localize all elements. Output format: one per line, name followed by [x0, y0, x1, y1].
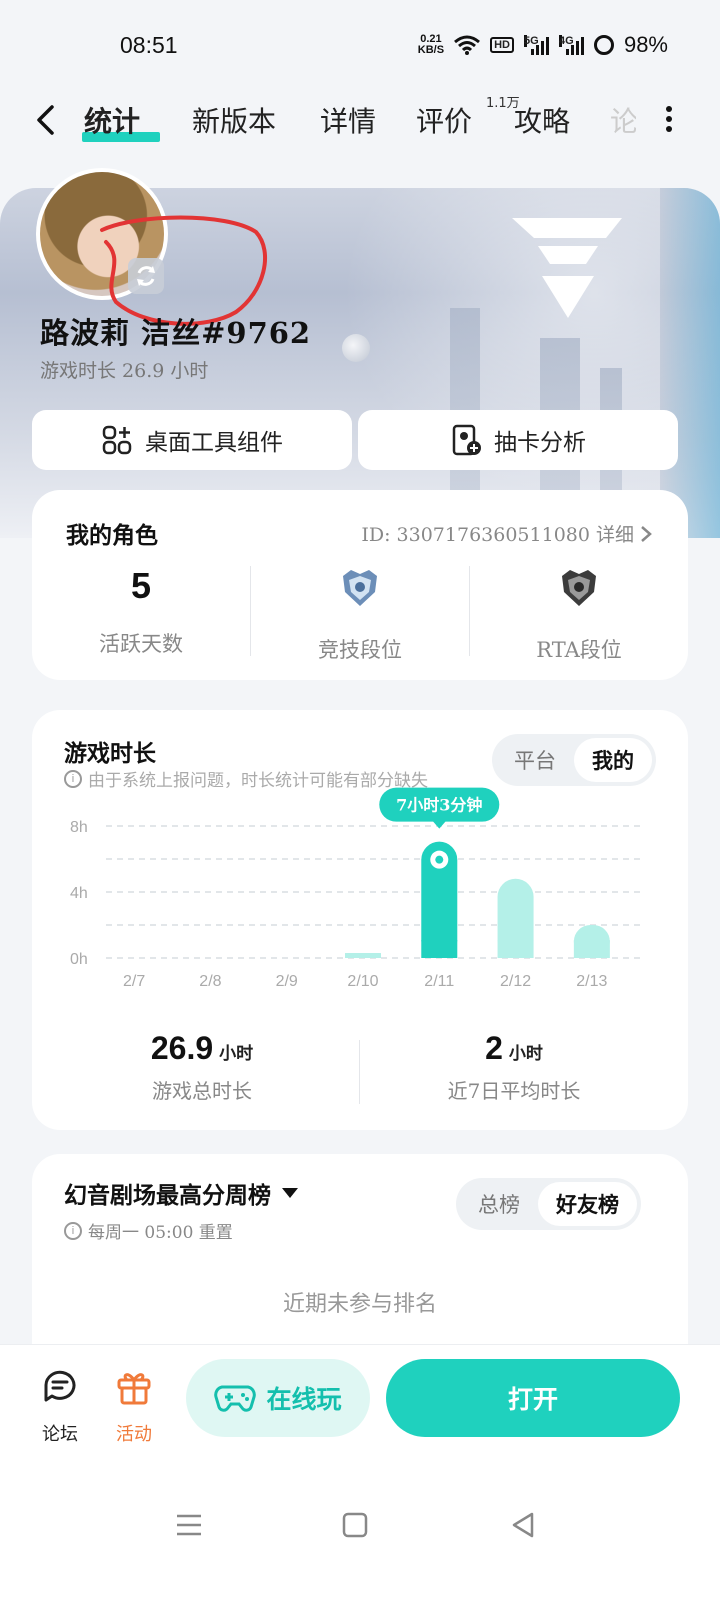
- play-time-chart: 8h 4h 0h 2/7 2/8 2/9 2/10 7小时3分钟 2/11 2/12 2/13: [70, 787, 640, 990]
- play-time-card: 游戏时长 i 由于系统上报问题，时长统计可能有部分缺失 平台 我的 8h 4h 0h…: [32, 710, 688, 1130]
- gacha-analysis-button[interactable]: 抽卡分析: [358, 410, 678, 470]
- bottom-action-bar: 论坛 活动 在线玩 打开: [0, 1344, 720, 1474]
- moon-decoration: [342, 334, 370, 362]
- arena-rank-stat[interactable]: 竞技段位: [251, 562, 469, 662]
- menu-icon[interactable]: [174, 1510, 204, 1540]
- online-play-button[interactable]: 在线玩: [186, 1359, 370, 1437]
- gamepad-icon: [214, 1385, 257, 1412]
- hd-badge: HD: [490, 37, 514, 53]
- status-icons: 0.21 KB/S HD 5G 4G 98%: [418, 32, 668, 58]
- battery-icon: [593, 35, 614, 55]
- tab-details[interactable]: 详情: [320, 100, 376, 140]
- active-days-stat: 5 活跃天数: [32, 562, 250, 662]
- toggle-total-rank[interactable]: 总榜: [460, 1182, 538, 1226]
- chart-x-tick: 2/11: [424, 973, 454, 990]
- my-role-title: 我的角色: [66, 522, 158, 549]
- avg-play-time: 2 小时 近7日平均时长: [447, 1030, 581, 1103]
- tab-reviews[interactable]: 评价: [416, 100, 472, 140]
- forum-button[interactable]: 论坛: [30, 1367, 90, 1446]
- arena-rank-label: 竞技段位: [318, 638, 402, 662]
- back-arrow-icon[interactable]: [30, 104, 62, 136]
- gacha-analysis-label: 抽卡分析: [494, 430, 586, 456]
- leaderboard-title-dropdown[interactable]: 幻音剧场最高分周榜: [64, 1176, 299, 1210]
- chart-x-tick: 2/10: [347, 973, 378, 990]
- play-time-subtitle: 游戏时长 26.9 小时: [40, 360, 209, 382]
- tab-forum-partial[interactable]: 论: [610, 100, 636, 140]
- leaderboard-empty-text: 近期未参与排名: [282, 1292, 437, 1317]
- role-id-link[interactable]: ID: 3307176360511080 详细: [361, 520, 652, 547]
- widget-grid-icon: [102, 425, 132, 455]
- chart-bar-base: [345, 953, 381, 958]
- chart-x-tick: 2/8: [199, 973, 221, 990]
- chart-bar-base: [497, 940, 534, 958]
- leaderboard-reset-note: i 每周一 05:00 重置: [64, 1218, 233, 1243]
- tab-guides[interactable]: 攻略: [514, 100, 570, 140]
- game-logo-icon: [512, 218, 622, 318]
- tab-stats[interactable]: 统计: [84, 100, 140, 140]
- open-game-button[interactable]: 打开: [386, 1359, 680, 1437]
- desktop-widget-label: 桌面工具组件: [145, 430, 283, 456]
- forum-chat-icon: [44, 1370, 76, 1402]
- chart-x-tick: 2/9: [276, 973, 298, 990]
- rta-rank-icon: [562, 570, 596, 606]
- wifi-icon: [454, 35, 481, 55]
- tab-new-version[interactable]: 新版本: [192, 100, 276, 140]
- desktop-widget-button[interactable]: 桌面工具组件: [32, 410, 352, 470]
- chart-y-tick: 4h: [70, 885, 88, 902]
- gift-icon: [117, 1373, 151, 1405]
- status-time: 08:51: [120, 32, 178, 58]
- active-days-value: 5: [130, 565, 152, 606]
- home-icon[interactable]: [340, 1510, 370, 1540]
- system-navigation-bar: [0, 1474, 720, 1608]
- status-bar: 08:51 0.21 KB/S HD 5G 4G 98%: [0, 0, 720, 96]
- signal-4g-icon: 4G: [558, 35, 584, 55]
- chart-x-tick: 2/13: [576, 973, 607, 990]
- player-name: 路波莉 洁丝#9762: [40, 316, 312, 350]
- chart-y-tick: 8h: [70, 819, 88, 836]
- signal-5g-icon: 5G: [523, 35, 549, 55]
- chart-tooltip-pointer: [432, 820, 447, 829]
- more-options-icon[interactable]: [665, 106, 673, 132]
- net-speed: 0.21 KB/S: [417, 33, 445, 56]
- chart-x-tick: 2/12: [500, 973, 531, 990]
- events-button[interactable]: 活动: [104, 1367, 164, 1446]
- rta-rank-stat[interactable]: RTA段位: [470, 562, 688, 662]
- rta-rank-label: RTA段位: [536, 638, 622, 662]
- chevron-right-icon: [641, 525, 652, 542]
- active-days-label: 活跃天数: [99, 632, 183, 656]
- leaderboard-toggle: 总榜 好友榜: [456, 1178, 641, 1230]
- chart-bar-base: [573, 940, 610, 958]
- toggle-friends-rank[interactable]: 好友榜: [538, 1182, 637, 1226]
- gacha-card-icon: [452, 424, 481, 456]
- chart-bar-marker-dot: [435, 855, 444, 864]
- caret-down-icon: [282, 1188, 298, 1198]
- battery-percent: 98%: [623, 32, 668, 57]
- tab-nav: 统计 新版本 详情 评价 1.1万 攻略 论: [0, 88, 720, 150]
- total-play-time: 26.9 小时 游戏总时长: [150, 1030, 254, 1103]
- leaderboard-card: 幻音剧场最高分周榜 i 每周一 05:00 重置 总榜 好友榜 近期未参与排名: [32, 1154, 688, 1374]
- arena-rank-icon: [343, 570, 377, 606]
- info-icon: i: [64, 1221, 82, 1240]
- chart-bar-base: [421, 940, 458, 958]
- back-icon[interactable]: [508, 1510, 538, 1540]
- chart-tooltip-label: 7小时3分钟: [396, 796, 482, 815]
- chart-y-tick: 0h: [70, 951, 88, 968]
- my-role-card: 我的角色 ID: 3307176360511080 详细 5 活跃天数 竞技段位…: [32, 490, 688, 680]
- chart-x-tick: 2/7: [123, 973, 145, 990]
